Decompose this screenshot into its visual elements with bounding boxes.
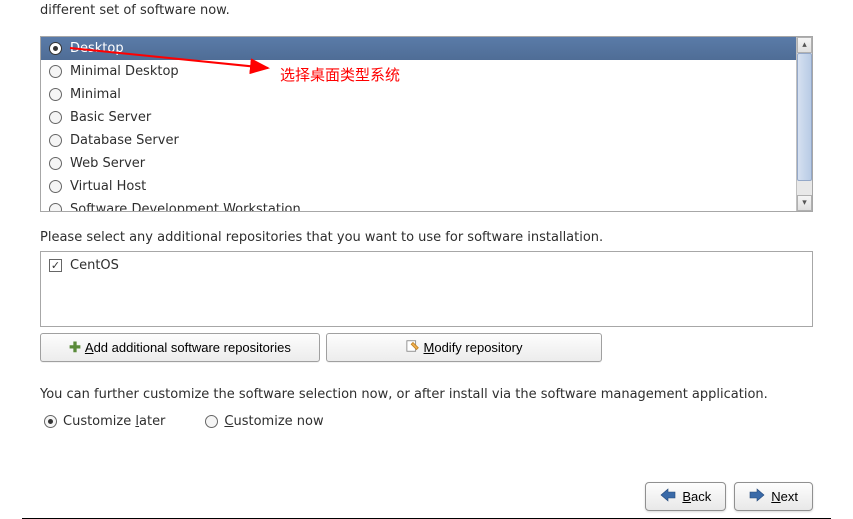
button-label: Modify repository (424, 340, 523, 355)
install-type-label: Desktop (70, 41, 124, 56)
install-type-web-server[interactable]: Web Server (41, 152, 796, 175)
radio-icon (49, 88, 62, 101)
customize-later-radio[interactable]: Customize later (44, 414, 165, 429)
install-type-listbox: Desktop Minimal Desktop Minimal Basic Se… (40, 36, 813, 212)
next-label: Next (771, 489, 798, 504)
install-type-label: Database Server (70, 133, 179, 148)
radio-icon (49, 134, 62, 147)
install-type-label: Web Server (70, 156, 145, 171)
customize-later-label: Customize later (63, 414, 165, 429)
install-type-minimal[interactable]: Minimal (41, 83, 796, 106)
scroll-up-button[interactable]: ▴ (797, 37, 812, 53)
customize-now-radio[interactable]: Customize now (205, 414, 323, 429)
scroll-thumb[interactable] (797, 53, 812, 181)
next-button[interactable]: Next (734, 482, 813, 511)
back-label: Back (682, 489, 711, 504)
radio-icon (49, 180, 62, 193)
add-repositories-button[interactable]: ✚ Add additional software repositories (40, 333, 320, 362)
plus-icon: ✚ (69, 339, 81, 356)
repository-label: CentOS (70, 258, 119, 273)
radio-icon (49, 42, 62, 55)
install-type-list[interactable]: Desktop Minimal Desktop Minimal Basic Se… (41, 37, 796, 211)
radio-icon (44, 415, 57, 428)
radio-icon (49, 65, 62, 78)
radio-icon (49, 157, 62, 170)
modify-repository-button[interactable]: Modify repository (326, 333, 602, 362)
install-type-label: Virtual Host (70, 179, 146, 194)
scrollbar[interactable]: ▴ ▾ (796, 37, 812, 211)
install-type-basic-server[interactable]: Basic Server (41, 106, 796, 129)
install-type-desktop[interactable]: Desktop (41, 37, 796, 60)
install-type-label: Minimal Desktop (70, 64, 179, 79)
radio-icon (49, 203, 62, 211)
install-type-label: Minimal (70, 87, 121, 102)
checkbox-icon: ✓ (49, 259, 62, 272)
arrow-right-icon (749, 488, 765, 505)
customize-now-label: Customize now (224, 414, 323, 429)
back-button[interactable]: Back (645, 482, 726, 511)
repositories-listbox[interactable]: ✓ CentOS (40, 251, 813, 327)
scroll-down-button[interactable]: ▾ (797, 195, 812, 211)
button-label: Add additional software repositories (85, 340, 291, 355)
edit-icon (406, 339, 420, 356)
install-type-label: Basic Server (70, 110, 151, 125)
intro-text: different set of software now. (40, 0, 813, 36)
install-type-database-server[interactable]: Database Server (41, 129, 796, 152)
repository-centos[interactable]: ✓ CentOS (45, 256, 808, 275)
repositories-label: Please select any additional repositorie… (40, 212, 813, 251)
radio-icon (49, 111, 62, 124)
install-type-label: Software Development Workstation (70, 202, 301, 211)
install-type-minimal-desktop[interactable]: Minimal Desktop (41, 60, 796, 83)
scroll-track[interactable] (797, 53, 812, 195)
radio-icon (205, 415, 218, 428)
install-type-virtual-host[interactable]: Virtual Host (41, 175, 796, 198)
install-type-software-dev-workstation[interactable]: Software Development Workstation (41, 198, 796, 211)
customize-text: You can further customize the software s… (40, 362, 813, 414)
arrow-left-icon (660, 488, 676, 505)
